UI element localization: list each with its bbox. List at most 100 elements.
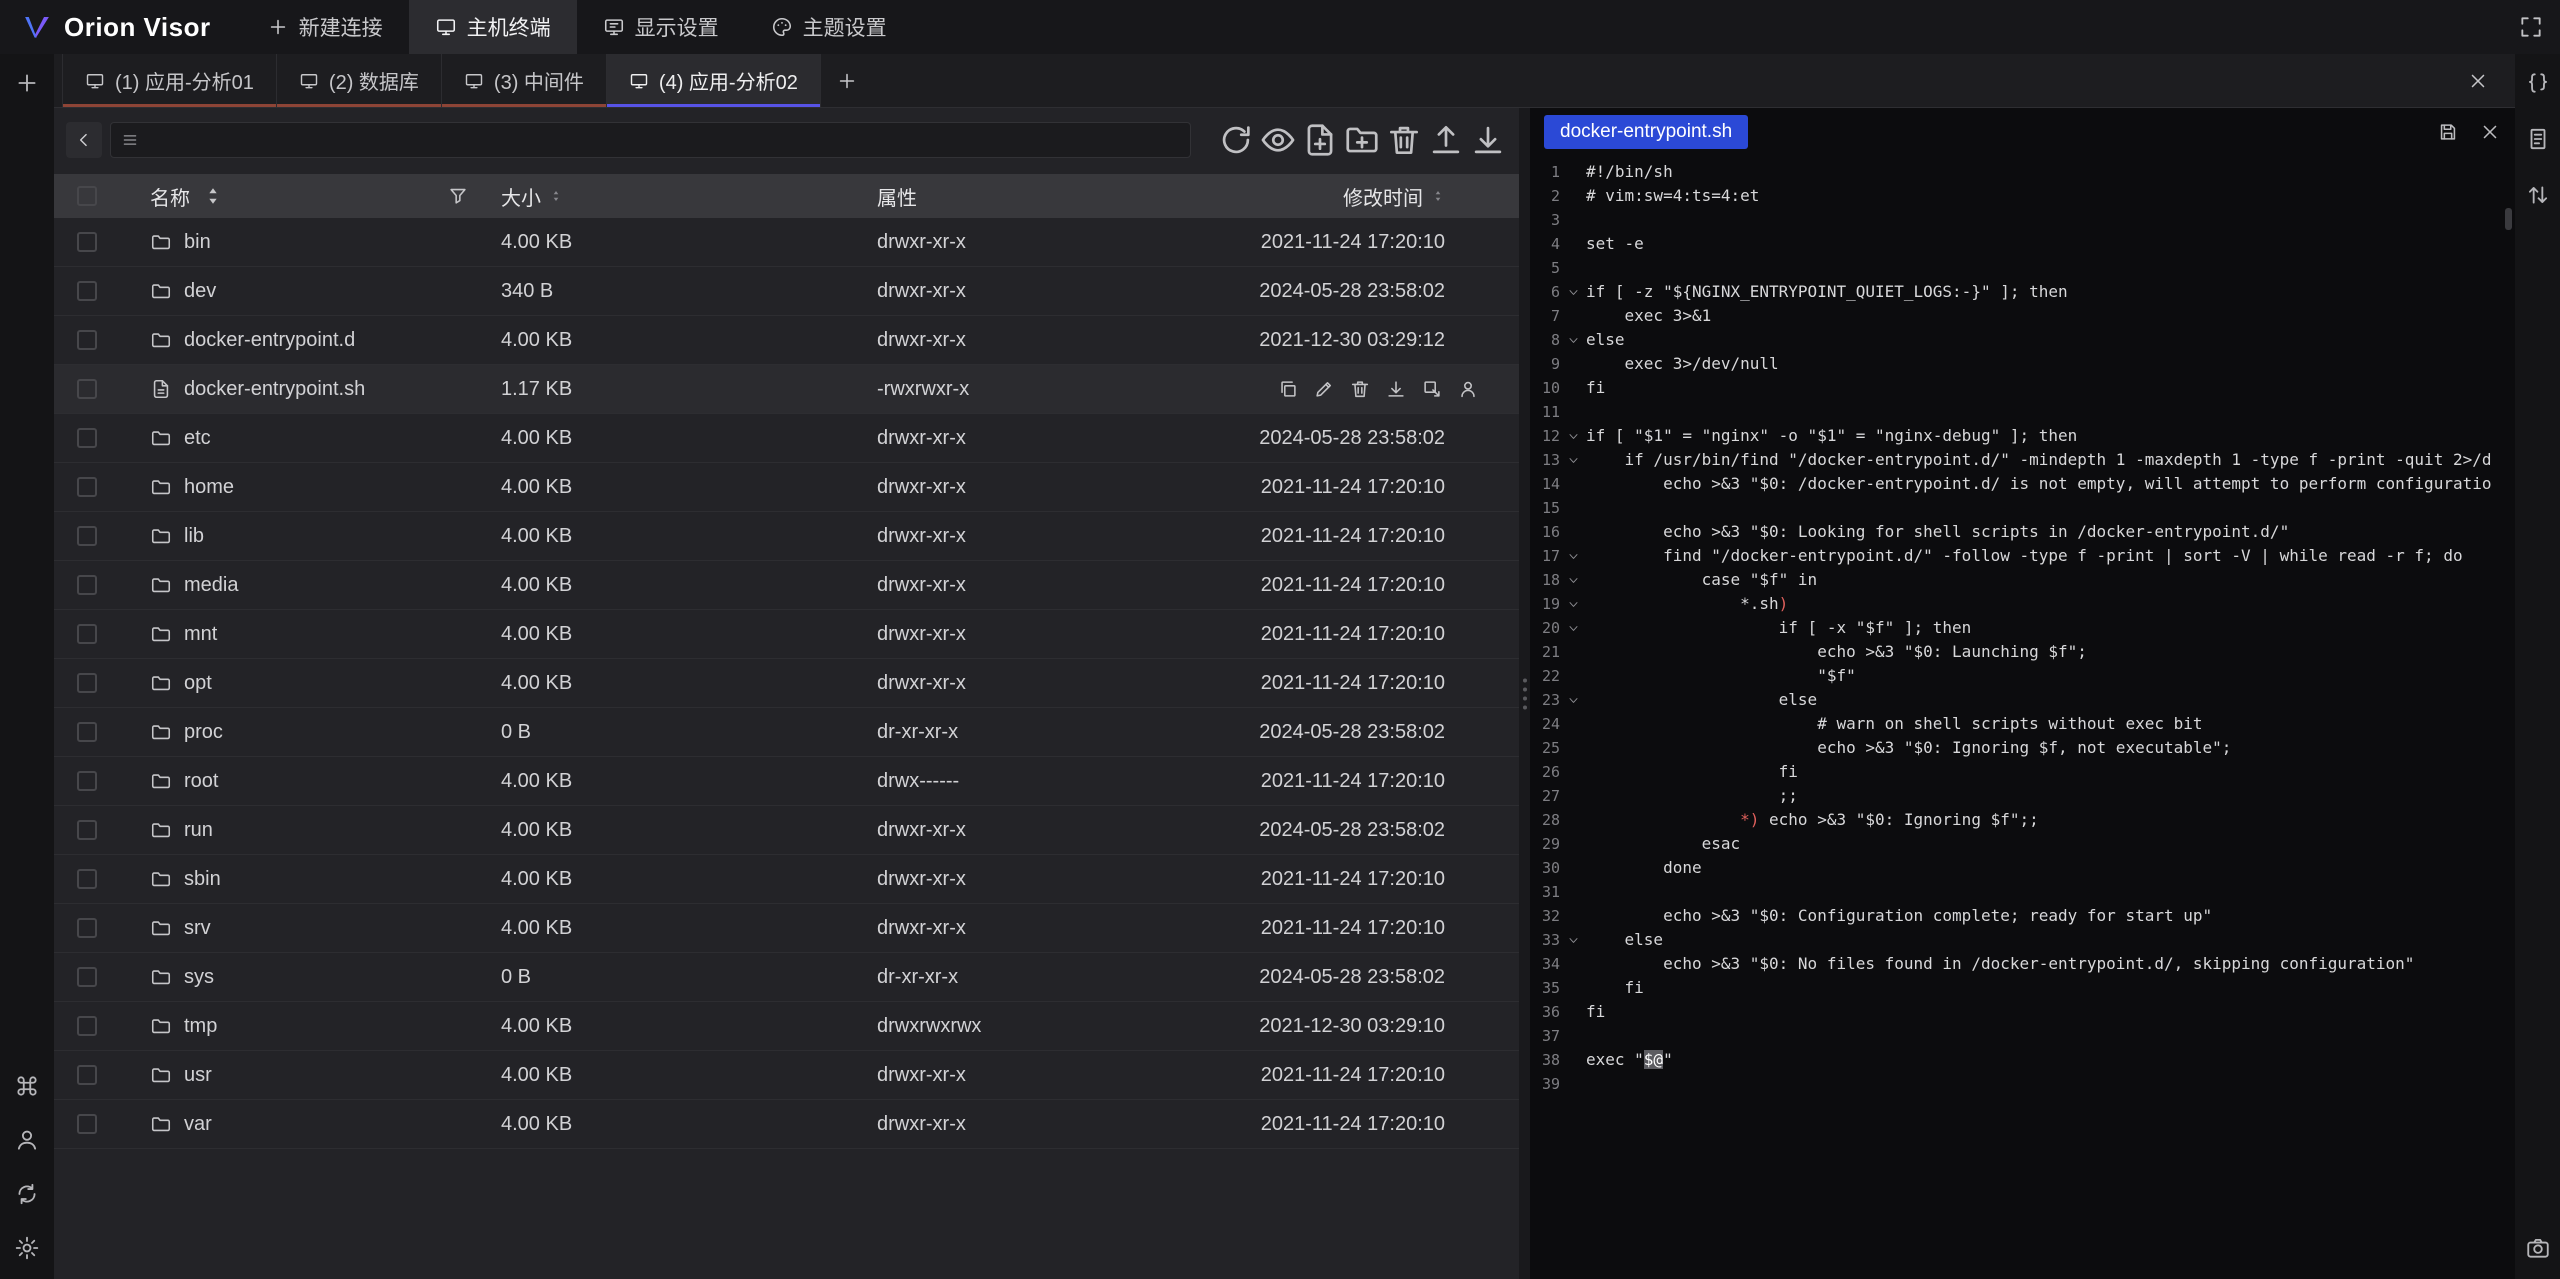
new-file-button[interactable] xyxy=(1301,122,1339,158)
download-button[interactable] xyxy=(1469,122,1507,158)
table-row[interactable]: sbin4.00 KBdrwxr-xr-x2021-11-24 17:20:10 xyxy=(54,855,1519,904)
row-checkbox[interactable] xyxy=(77,673,97,693)
editor-file-tab[interactable]: docker-entrypoint.sh xyxy=(1544,115,1748,149)
add-icon[interactable] xyxy=(14,70,40,96)
nav-item-theme-settings[interactable]: 主题设置 xyxy=(745,0,913,54)
add-tab-button[interactable] xyxy=(821,54,873,107)
document-icon[interactable] xyxy=(2525,126,2551,152)
panel-resize-handle[interactable] xyxy=(1519,108,1530,1279)
fold-chevron-icon[interactable] xyxy=(1560,550,1586,563)
refresh-button[interactable] xyxy=(1217,122,1255,158)
row-checkbox[interactable] xyxy=(77,379,97,399)
fold-chevron-icon[interactable] xyxy=(1560,286,1586,299)
table-row[interactable]: proc0 Bdr-xr-xr-x2024-05-28 23:58:02 xyxy=(54,708,1519,757)
row-checkbox[interactable] xyxy=(77,967,97,987)
settings-icon[interactable] xyxy=(14,1235,40,1261)
fold-chevron-icon[interactable] xyxy=(1560,430,1586,443)
row-checkbox[interactable] xyxy=(77,918,97,938)
fold-chevron-icon[interactable] xyxy=(1560,454,1586,467)
table-row[interactable]: lib4.00 KBdrwxr-xr-x2021-11-24 17:20:10 xyxy=(54,512,1519,561)
camera-icon[interactable] xyxy=(2525,1235,2551,1261)
fold-chevron-icon[interactable] xyxy=(1560,694,1586,707)
nav-item-host-terminal[interactable]: 主机终端 xyxy=(409,0,577,54)
sort-icon[interactable] xyxy=(549,189,563,203)
row-checkbox[interactable] xyxy=(77,1065,97,1085)
user-icon[interactable] xyxy=(14,1127,40,1153)
table-row[interactable]: dev340 Bdrwxr-xr-x2024-05-28 23:58:02 xyxy=(54,267,1519,316)
close-editor-icon[interactable] xyxy=(2479,121,2501,143)
sort-icon[interactable] xyxy=(1431,189,1445,203)
upload-button[interactable] xyxy=(1427,122,1465,158)
table-row[interactable]: usr4.00 KBdrwxr-xr-x2021-11-24 17:20:10 xyxy=(54,1051,1519,1100)
table-row[interactable]: etc4.00 KBdrwxr-xr-x2024-05-28 23:58:02 xyxy=(54,414,1519,463)
download-icon[interactable] xyxy=(1385,378,1407,400)
row-checkbox[interactable] xyxy=(77,575,97,595)
table-row[interactable]: media4.00 KBdrwxr-xr-x2021-11-24 17:20:1… xyxy=(54,561,1519,610)
new-folder-button[interactable] xyxy=(1343,122,1381,158)
fullscreen-icon[interactable] xyxy=(2518,14,2544,40)
move-icon[interactable] xyxy=(1421,378,1443,400)
braces-icon[interactable] xyxy=(2525,70,2551,96)
permission-icon[interactable] xyxy=(1457,378,1479,400)
row-checkbox[interactable] xyxy=(77,477,97,497)
fold-chevron-icon[interactable] xyxy=(1560,934,1586,947)
row-checkbox[interactable] xyxy=(77,526,97,546)
row-checkbox[interactable] xyxy=(77,281,97,301)
row-checkbox[interactable] xyxy=(77,624,97,644)
code-line: 30 done xyxy=(1530,856,2515,880)
row-checkbox[interactable] xyxy=(77,428,97,448)
row-checkbox[interactable] xyxy=(77,330,97,350)
editor-scrollbar-thumb[interactable] xyxy=(2505,208,2512,230)
column-header-size[interactable]: 大小 xyxy=(501,182,541,211)
table-row[interactable]: srv4.00 KBdrwxr-xr-x2021-11-24 17:20:10 xyxy=(54,904,1519,953)
column-header-mtime[interactable]: 修改时间 xyxy=(1343,182,1423,211)
table-row[interactable]: opt4.00 KBdrwxr-xr-x2021-11-24 17:20:10 xyxy=(54,659,1519,708)
nav-item-display-settings[interactable]: 显示设置 xyxy=(577,0,745,54)
path-input[interactable] xyxy=(110,122,1191,158)
fold-chevron-icon[interactable] xyxy=(1560,574,1586,587)
select-all-checkbox[interactable] xyxy=(77,186,97,206)
row-checkbox[interactable] xyxy=(77,771,97,791)
table-row[interactable]: bin4.00 KBdrwxr-xr-x2021-11-24 17:20:10 xyxy=(54,218,1519,267)
table-row[interactable]: var4.00 KBdrwxr-xr-x2021-11-24 17:20:10 xyxy=(54,1100,1519,1149)
terminal-tab-4[interactable]: (4) 应用-分析02 xyxy=(607,54,821,107)
command-icon[interactable] xyxy=(14,1073,40,1099)
terminal-tab-2[interactable]: (2) 数据库 xyxy=(277,54,442,107)
back-button[interactable] xyxy=(66,122,102,158)
delete-icon[interactable] xyxy=(1349,378,1371,400)
code-editor[interactable]: 1#!/bin/sh2# vim:sw=4:ts=4:et34set -e56i… xyxy=(1530,156,2515,1279)
preview-button[interactable] xyxy=(1259,122,1297,158)
close-all-button[interactable] xyxy=(2441,54,2515,107)
table-row[interactable]: docker-entrypoint.sh1.17 KB-rwxrwxr-x xyxy=(54,365,1519,414)
row-checkbox[interactable] xyxy=(77,869,97,889)
fold-chevron-icon[interactable] xyxy=(1560,334,1586,347)
table-row[interactable]: docker-entrypoint.d4.00 KBdrwxr-xr-x2021… xyxy=(54,316,1519,365)
table-row[interactable]: sys0 Bdr-xr-xr-x2024-05-28 23:58:02 xyxy=(54,953,1519,1002)
table-row[interactable]: root4.00 KBdrwx------2021-11-24 17:20:10 xyxy=(54,757,1519,806)
row-checkbox[interactable] xyxy=(77,722,97,742)
table-row[interactable]: tmp4.00 KBdrwxrwxrwx2021-12-30 03:29:10 xyxy=(54,1002,1519,1051)
nav-item-new-connection[interactable]: 新建连接 xyxy=(241,0,409,54)
table-row[interactable]: home4.00 KBdrwxr-xr-x2021-11-24 17:20:10 xyxy=(54,463,1519,512)
sort-icon[interactable] xyxy=(202,185,224,207)
save-icon[interactable] xyxy=(2437,121,2459,143)
fold-chevron-icon[interactable] xyxy=(1560,622,1586,635)
app-logo[interactable]: Orion Visor xyxy=(0,0,241,54)
delete-button[interactable] xyxy=(1385,122,1423,158)
terminal-tab-3[interactable]: (3) 中间件 xyxy=(442,54,607,107)
file-name: root xyxy=(184,770,218,793)
column-header-name[interactable]: 名称 xyxy=(150,182,190,211)
row-checkbox[interactable] xyxy=(77,1114,97,1134)
table-row[interactable]: run4.00 KBdrwxr-xr-x2024-05-28 23:58:02 xyxy=(54,806,1519,855)
sync-icon[interactable] xyxy=(14,1181,40,1207)
row-checkbox[interactable] xyxy=(77,232,97,252)
fold-chevron-icon[interactable] xyxy=(1560,598,1586,611)
filter-icon[interactable] xyxy=(447,185,469,207)
copy-icon[interactable] xyxy=(1277,378,1299,400)
table-row[interactable]: mnt4.00 KBdrwxr-xr-x2021-11-24 17:20:10 xyxy=(54,610,1519,659)
row-checkbox[interactable] xyxy=(77,820,97,840)
edit-icon[interactable] xyxy=(1313,378,1335,400)
row-checkbox[interactable] xyxy=(77,1016,97,1036)
sort-lines-icon[interactable] xyxy=(2525,182,2551,208)
terminal-tab-1[interactable]: (1) 应用-分析01 xyxy=(62,54,277,107)
